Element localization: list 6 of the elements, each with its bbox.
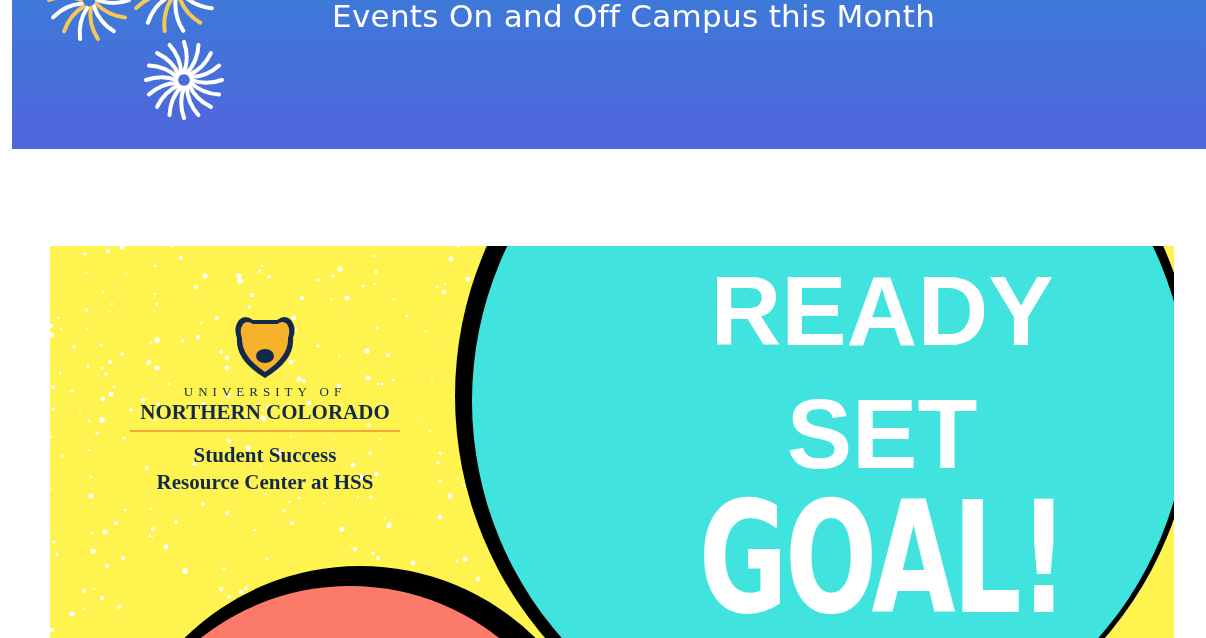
center-name-line: Resource Center at HSS — [156, 469, 374, 496]
university-line: UNIVERSITY OF — [183, 384, 347, 400]
center-name-line: Student Success — [193, 442, 337, 469]
university-name: NORTHERN COLORADO — [140, 400, 390, 424]
banner-heading: Events On and Off Campus this Month — [332, 0, 936, 34]
headline-word: READY — [710, 255, 1054, 368]
